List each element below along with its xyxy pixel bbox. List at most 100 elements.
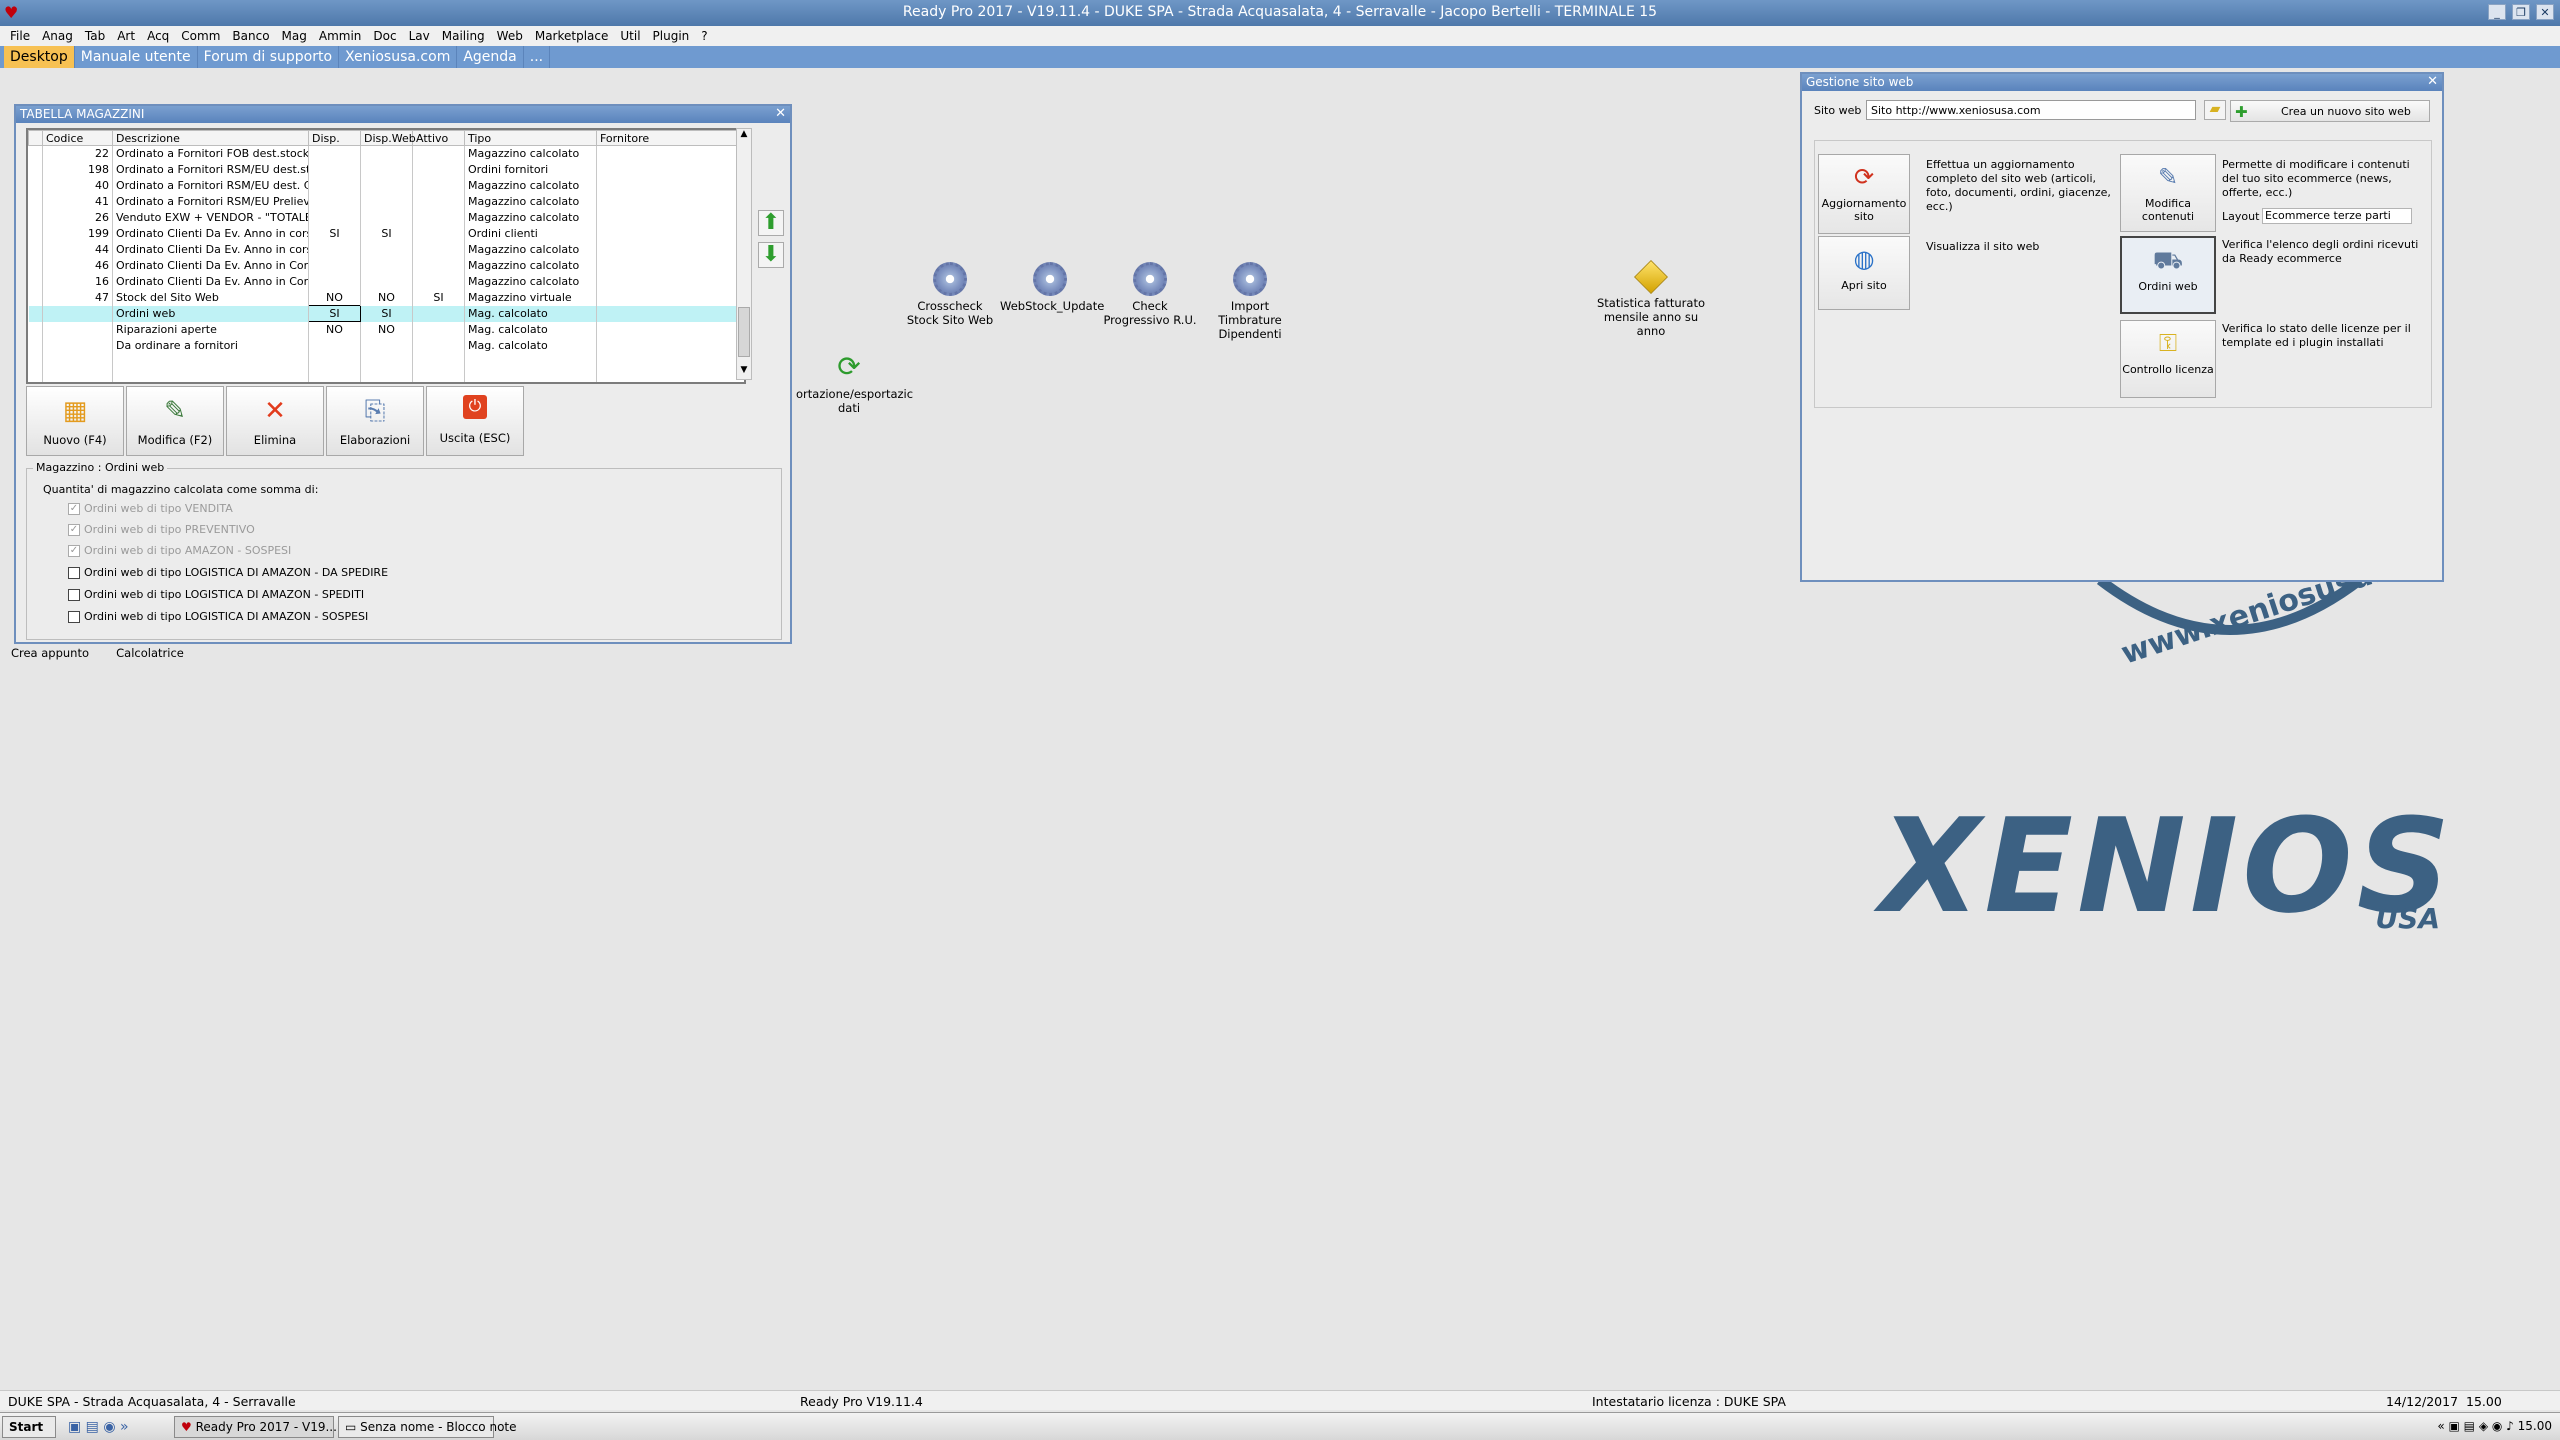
tab-desktop[interactable]: Desktop bbox=[4, 46, 75, 68]
cell-attivo[interactable] bbox=[412, 145, 465, 162]
tray-icons[interactable]: « ▣ ▤ ◈ ◉ ♪ bbox=[2437, 1419, 2517, 1433]
row-indicator[interactable] bbox=[28, 209, 43, 226]
cell-attivo[interactable] bbox=[412, 241, 465, 258]
grid-scrollbar[interactable]: ▲ ▼ bbox=[736, 128, 752, 380]
cell-fornitore[interactable] bbox=[596, 241, 744, 258]
cell-codice[interactable]: 41 bbox=[42, 193, 113, 210]
cell-disp-web[interactable] bbox=[360, 145, 413, 162]
cell-fornitore[interactable] bbox=[596, 145, 744, 162]
menu-marketplace[interactable]: Marketplace bbox=[529, 26, 615, 46]
cell-tipo[interactable]: Magazzino calcolato bbox=[464, 145, 597, 162]
table-row[interactable]: 47 Stock del Sito Web NO NO SI Magazzino virt… bbox=[28, 289, 744, 306]
desktop-icon-check-progressivo[interactable]: Check Progressivo R.U. bbox=[1100, 262, 1200, 327]
row-indicator[interactable] bbox=[28, 337, 43, 354]
cell-fornitore[interactable] bbox=[596, 337, 744, 354]
table-row[interactable]: 41Ordinato a Fornitori RSM/EU Prelievo .… bbox=[28, 193, 744, 210]
cell-disp[interactable] bbox=[308, 241, 361, 258]
modifica-button[interactable]: ✎ Modifica (F2) bbox=[126, 386, 224, 456]
cell-disp[interactable]: NO bbox=[308, 321, 361, 338]
cell-codice[interactable]: 47 bbox=[42, 289, 113, 306]
cell-disp-web[interactable] bbox=[360, 193, 413, 210]
desktop-icon-statistica[interactable]: Statistica fatturato mensile anno su ann… bbox=[1596, 260, 1706, 338]
cell-disp[interactable] bbox=[308, 193, 361, 210]
cell-attivo[interactable]: SI bbox=[412, 289, 465, 306]
col-attivo[interactable]: Attivo bbox=[412, 130, 465, 146]
close-button[interactable]: ✕ bbox=[2536, 4, 2554, 20]
table-row[interactable]: 16Ordinato Clienti Da Ev. Anno in Corso.… bbox=[28, 273, 744, 290]
quicklaunch-icons[interactable]: ▣ ▤ ◉ » bbox=[68, 1419, 129, 1435]
ordini-web-button[interactable]: ⛟ Ordini web bbox=[2120, 236, 2216, 314]
cell-fornitore[interactable] bbox=[596, 177, 744, 194]
cell-tipo[interactable]: Mag. calcolato bbox=[464, 321, 597, 338]
cell-tipo[interactable]: Ordini fornitori bbox=[464, 161, 597, 178]
col-descrizione[interactable]: Descrizione bbox=[112, 130, 309, 146]
cell-disp-web[interactable] bbox=[360, 257, 413, 274]
cell-attivo[interactable] bbox=[412, 209, 465, 226]
cell-descrizione[interactable]: Ordini web bbox=[112, 305, 309, 322]
row-indicator[interactable] bbox=[28, 305, 43, 322]
apri-sito-button[interactable]: ◍ Apri sito bbox=[1818, 236, 1910, 310]
option-vendita[interactable]: ✓ Ordini web di tipo VENDITA bbox=[68, 502, 233, 515]
table-row[interactable]: 46Ordinato Clienti Da Ev. Anno in Corso.… bbox=[28, 257, 744, 274]
elimina-button[interactable]: ✕ Elimina bbox=[226, 386, 324, 456]
tab-manuale-utente[interactable]: Manuale utente bbox=[75, 46, 198, 68]
tab-forum[interactable]: Forum di supporto bbox=[198, 46, 340, 68]
row-indicator[interactable] bbox=[28, 177, 43, 194]
minimize-button[interactable]: _ bbox=[2488, 4, 2506, 20]
cell-descrizione[interactable]: Ordinato Clienti Da Ev. Anno in Corso... bbox=[112, 257, 309, 274]
col-fornitore[interactable]: Fornitore bbox=[596, 130, 744, 146]
close-icon[interactable]: ✕ bbox=[2427, 74, 2438, 89]
cell-disp[interactable] bbox=[308, 161, 361, 178]
menu-lav[interactable]: Lav bbox=[403, 26, 436, 46]
cell-fornitore[interactable] bbox=[596, 161, 744, 178]
menu-mailing[interactable]: Mailing bbox=[436, 26, 491, 46]
cell-attivo[interactable] bbox=[412, 305, 465, 322]
cell-disp-web[interactable]: SI bbox=[360, 225, 413, 242]
table-row[interactable]: 198 Ordinato a Fornitori RSM/EU dest.sto.… bbox=[28, 161, 744, 178]
cell-disp[interactable]: SI bbox=[308, 305, 361, 322]
col-disp-web[interactable]: Disp.Web bbox=[360, 130, 416, 146]
table-row[interactable]: Ordini web SI SI Mag. calcolato bbox=[28, 305, 744, 322]
row-indicator[interactable] bbox=[28, 273, 43, 290]
cell-tipo[interactable]: Magazzino virtuale bbox=[464, 289, 597, 306]
cell-fornitore[interactable] bbox=[596, 321, 744, 338]
cell-descrizione[interactable]: Ordinato a Fornitori RSM/EU dest. CO bbox=[112, 177, 309, 194]
cell-tipo[interactable]: Magazzino calcolato bbox=[464, 177, 597, 194]
cell-disp-web[interactable] bbox=[360, 209, 413, 226]
desktop-icon-crosscheck[interactable]: Crosscheck Stock Sito Web bbox=[900, 262, 1000, 327]
start-button[interactable]: Start bbox=[2, 1416, 56, 1438]
col-tipo[interactable]: Tipo bbox=[464, 130, 597, 146]
cell-disp-web[interactable]: SI bbox=[360, 305, 413, 322]
cell-disp-web[interactable]: NO bbox=[360, 321, 413, 338]
menu-acq[interactable]: Acq bbox=[141, 26, 175, 46]
cell-codice[interactable]: 44 bbox=[42, 241, 113, 258]
row-indicator[interactable] bbox=[28, 161, 43, 178]
menu-tab[interactable]: Tab bbox=[79, 26, 111, 46]
table-row[interactable]: Riparazioni aperte NO NO Mag. calcolato bbox=[28, 321, 744, 338]
cell-attivo[interactable] bbox=[412, 337, 465, 354]
cell-attivo[interactable] bbox=[412, 161, 465, 178]
move-up-icon[interactable]: ⬆ bbox=[758, 210, 784, 236]
menu-doc[interactable]: Doc bbox=[367, 26, 402, 46]
cell-tipo[interactable]: Magazzino calcolato bbox=[464, 257, 597, 274]
cell-disp[interactable] bbox=[308, 209, 361, 226]
cell-disp-web[interactable] bbox=[360, 241, 413, 258]
aggiornamento-sito-button[interactable]: ⟳ Aggiornamento sito bbox=[1818, 154, 1910, 234]
option-preventivo[interactable]: ✓ Ordini web di tipo PREVENTIVO bbox=[68, 523, 255, 536]
desktop-icon-import-timbrature[interactable]: Import Timbrature Dipendenti bbox=[1200, 262, 1300, 341]
row-indicator[interactable] bbox=[28, 257, 43, 274]
cell-descrizione[interactable]: Venduto EXW + VENDOR - "TOTALE ... bbox=[112, 209, 309, 226]
move-down-icon[interactable]: ⬇ bbox=[758, 242, 784, 268]
cell-descrizione[interactable]: Ordinato Clienti Da Ev. Anno in corso... bbox=[112, 241, 309, 258]
menu-comm[interactable]: Comm bbox=[175, 26, 226, 46]
cell-descrizione[interactable]: Ordinato Clienti Da Ev. Anno in corso... bbox=[112, 225, 309, 242]
row-indicator[interactable] bbox=[28, 225, 43, 242]
menu-banco[interactable]: Banco bbox=[226, 26, 275, 46]
cell-tipo[interactable]: Mag. calcolato bbox=[464, 305, 597, 322]
row-indicator[interactable] bbox=[28, 289, 43, 306]
elaborazioni-button[interactable]: ⎘ Elaborazioni bbox=[326, 386, 424, 456]
cell-attivo[interactable] bbox=[412, 193, 465, 210]
option-logistica-sospesi[interactable]: Ordini web di tipo LOGISTICA DI AMAZON -… bbox=[68, 610, 368, 623]
menu-util[interactable]: Util bbox=[614, 26, 646, 46]
cell-tipo[interactable]: Magazzino calcolato bbox=[464, 193, 597, 210]
